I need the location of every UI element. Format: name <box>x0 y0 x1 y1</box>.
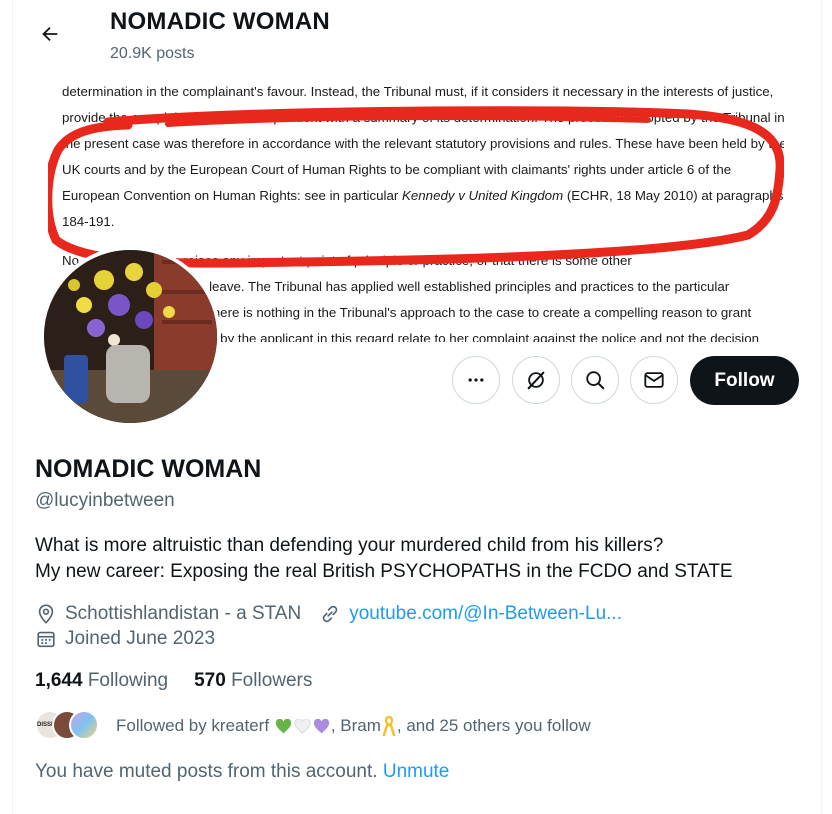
profile-meta: Schottishlandistan - a STAN youtube.com/… <box>35 603 622 625</box>
joined-row: Joined June 2023 <box>35 628 215 650</box>
followed-by-text: , and 25 others you follow <box>396 716 591 735</box>
following-count: 1,644 <box>35 670 83 691</box>
location-pin-icon <box>38 604 54 624</box>
followers-count: 570 <box>194 670 226 691</box>
profile-header: NOMADIC WOMAN 20.9K posts <box>12 0 820 70</box>
yellow-ribbon-icon <box>382 716 396 736</box>
more-horizontal-icon <box>468 378 484 382</box>
following-link[interactable]: 1,644 Following <box>35 670 168 692</box>
grok-icon <box>527 371 545 390</box>
avatar-image <box>44 250 217 423</box>
followed-by-text: Followed by kreaterf <box>116 716 270 735</box>
followed-by-text: , Bram <box>330 716 381 735</box>
page-title: NOMADIC WOMAN <box>110 8 330 35</box>
followers-label: Followers <box>231 670 313 691</box>
back-button[interactable] <box>34 18 66 50</box>
joined-text: Joined June 2023 <box>65 628 216 649</box>
following-label: Following <box>87 670 169 691</box>
profile-handle: @lucyinbetween <box>35 490 175 511</box>
profile-name: NOMADIC WOMAN <box>35 455 262 483</box>
calendar-icon <box>37 631 55 648</box>
search-icon <box>586 371 605 390</box>
follow-stats: 1,644 Following 570 Followers <box>35 670 312 692</box>
profile-bio: What is more altruistic than defending y… <box>35 533 733 585</box>
muted-text: You have muted posts from this account. <box>35 761 378 782</box>
grok-button[interactable] <box>512 356 560 404</box>
follower-avatar <box>69 710 99 740</box>
followers-link[interactable]: 570 Followers <box>194 670 312 692</box>
green-heart-icon <box>275 718 291 733</box>
mail-icon <box>644 372 664 388</box>
post-count: 20.9K posts <box>110 45 195 62</box>
purple-heart-icon <box>313 718 329 733</box>
muted-notice: You have muted posts from this account. … <box>35 761 449 783</box>
unmute-link[interactable]: Unmute <box>383 761 450 782</box>
follower-avatars: DISSENT <box>35 710 99 742</box>
arrow-left-icon <box>42 26 58 42</box>
location-text: Schottishlandistan - a STAN <box>65 603 302 624</box>
bio-line: My new career: Exposing the real British… <box>35 561 733 582</box>
search-button[interactable] <box>571 356 619 404</box>
more-button[interactable] <box>452 356 500 404</box>
link-icon <box>322 605 338 623</box>
avatar[interactable] <box>40 246 221 427</box>
bio-line: What is more altruistic than defending y… <box>35 535 664 556</box>
website-link[interactable]: youtube.com/@In-Between-Lu... <box>349 603 622 625</box>
white-heart-icon <box>294 718 311 734</box>
message-button[interactable] <box>630 356 678 404</box>
follow-button[interactable]: Follow <box>690 356 799 405</box>
followed-by[interactable]: DISSENT Followed by kreaterf , Bram , an… <box>35 710 591 742</box>
